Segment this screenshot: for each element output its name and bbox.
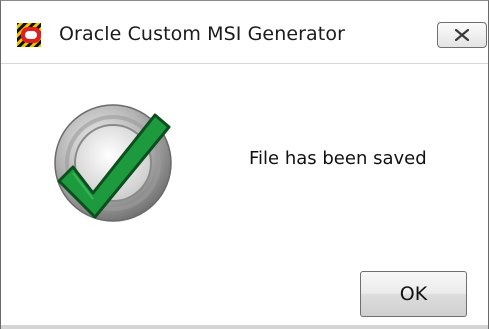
status-message: File has been saved [249,148,427,169]
dialog-window: Oracle Custom MSI Generator File has bee… [0,0,489,329]
close-x-icon [455,29,469,41]
success-checkmark-icon [54,104,172,222]
close-button[interactable] [437,22,487,48]
window-bottom-border [1,325,488,329]
window-title: Oracle Custom MSI Generator [59,23,345,45]
title-bar[interactable]: Oracle Custom MSI Generator [1,1,488,64]
ok-button[interactable]: OK [360,271,467,317]
oracle-icon [17,23,41,47]
